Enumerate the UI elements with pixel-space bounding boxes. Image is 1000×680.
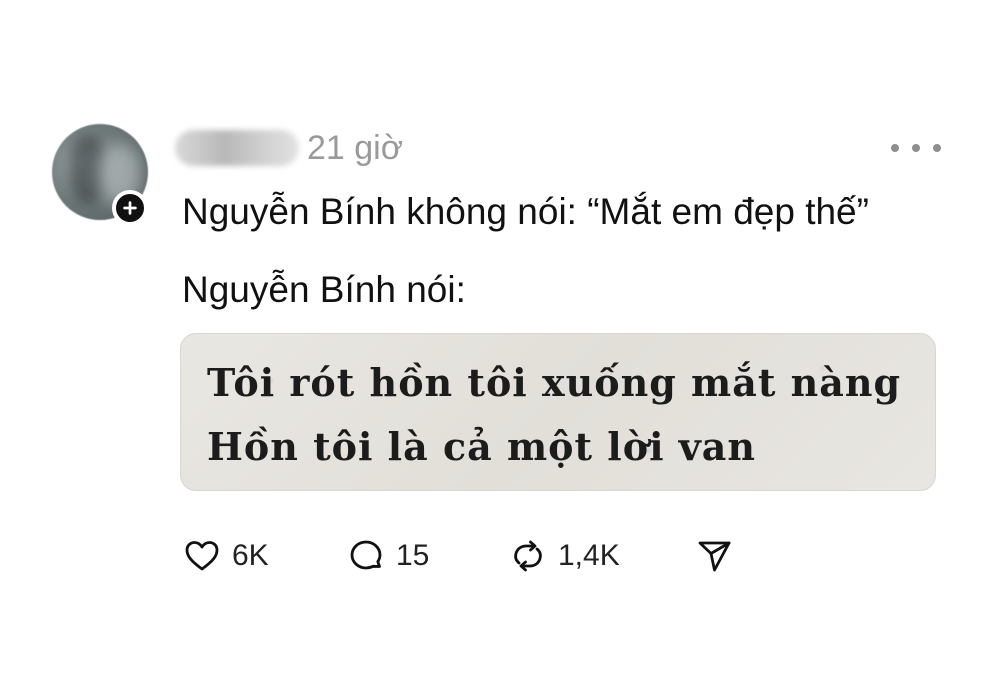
post-text-line-1: Nguyễn Bính không nói: “Mắt em đẹp thế”	[182, 191, 869, 232]
send-icon	[698, 541, 731, 572]
poem-line-1: Tôi rót hồn tôi xuống mắt nàng	[207, 360, 902, 405]
more-icon	[891, 144, 899, 152]
action-bar: 6K 15 1,4K	[182, 532, 742, 580]
post-image[interactable]: Tôi rót hồn tôi xuống mắt nàng Hồn tôi l…	[180, 333, 936, 491]
follow-button[interactable]	[112, 190, 148, 226]
reply-count: 15	[396, 539, 430, 572]
share-button[interactable]	[694, 532, 734, 580]
heart-icon	[185, 541, 219, 571]
repost-button[interactable]: 1,4K	[508, 532, 620, 580]
post-time: 21 giờ	[307, 129, 404, 167]
reply-button[interactable]: 15	[346, 532, 429, 580]
repost-icon	[514, 540, 542, 572]
plus-icon	[123, 201, 137, 215]
like-button[interactable]: 6K	[182, 532, 269, 580]
more-options-button[interactable]	[891, 136, 941, 160]
poem-line-2: Hồn tôi là cả một lời van	[207, 424, 757, 469]
like-count: 6K	[232, 539, 269, 572]
thread-post: username 21 giờ Nguyễn Bính không nói: “…	[0, 0, 1000, 680]
comment-icon	[350, 540, 382, 570]
repost-count: 1,4K	[558, 539, 620, 572]
post-text-line-2: Nguyễn Bính nói:	[182, 269, 466, 310]
username-blurred[interactable]: username	[175, 130, 299, 166]
